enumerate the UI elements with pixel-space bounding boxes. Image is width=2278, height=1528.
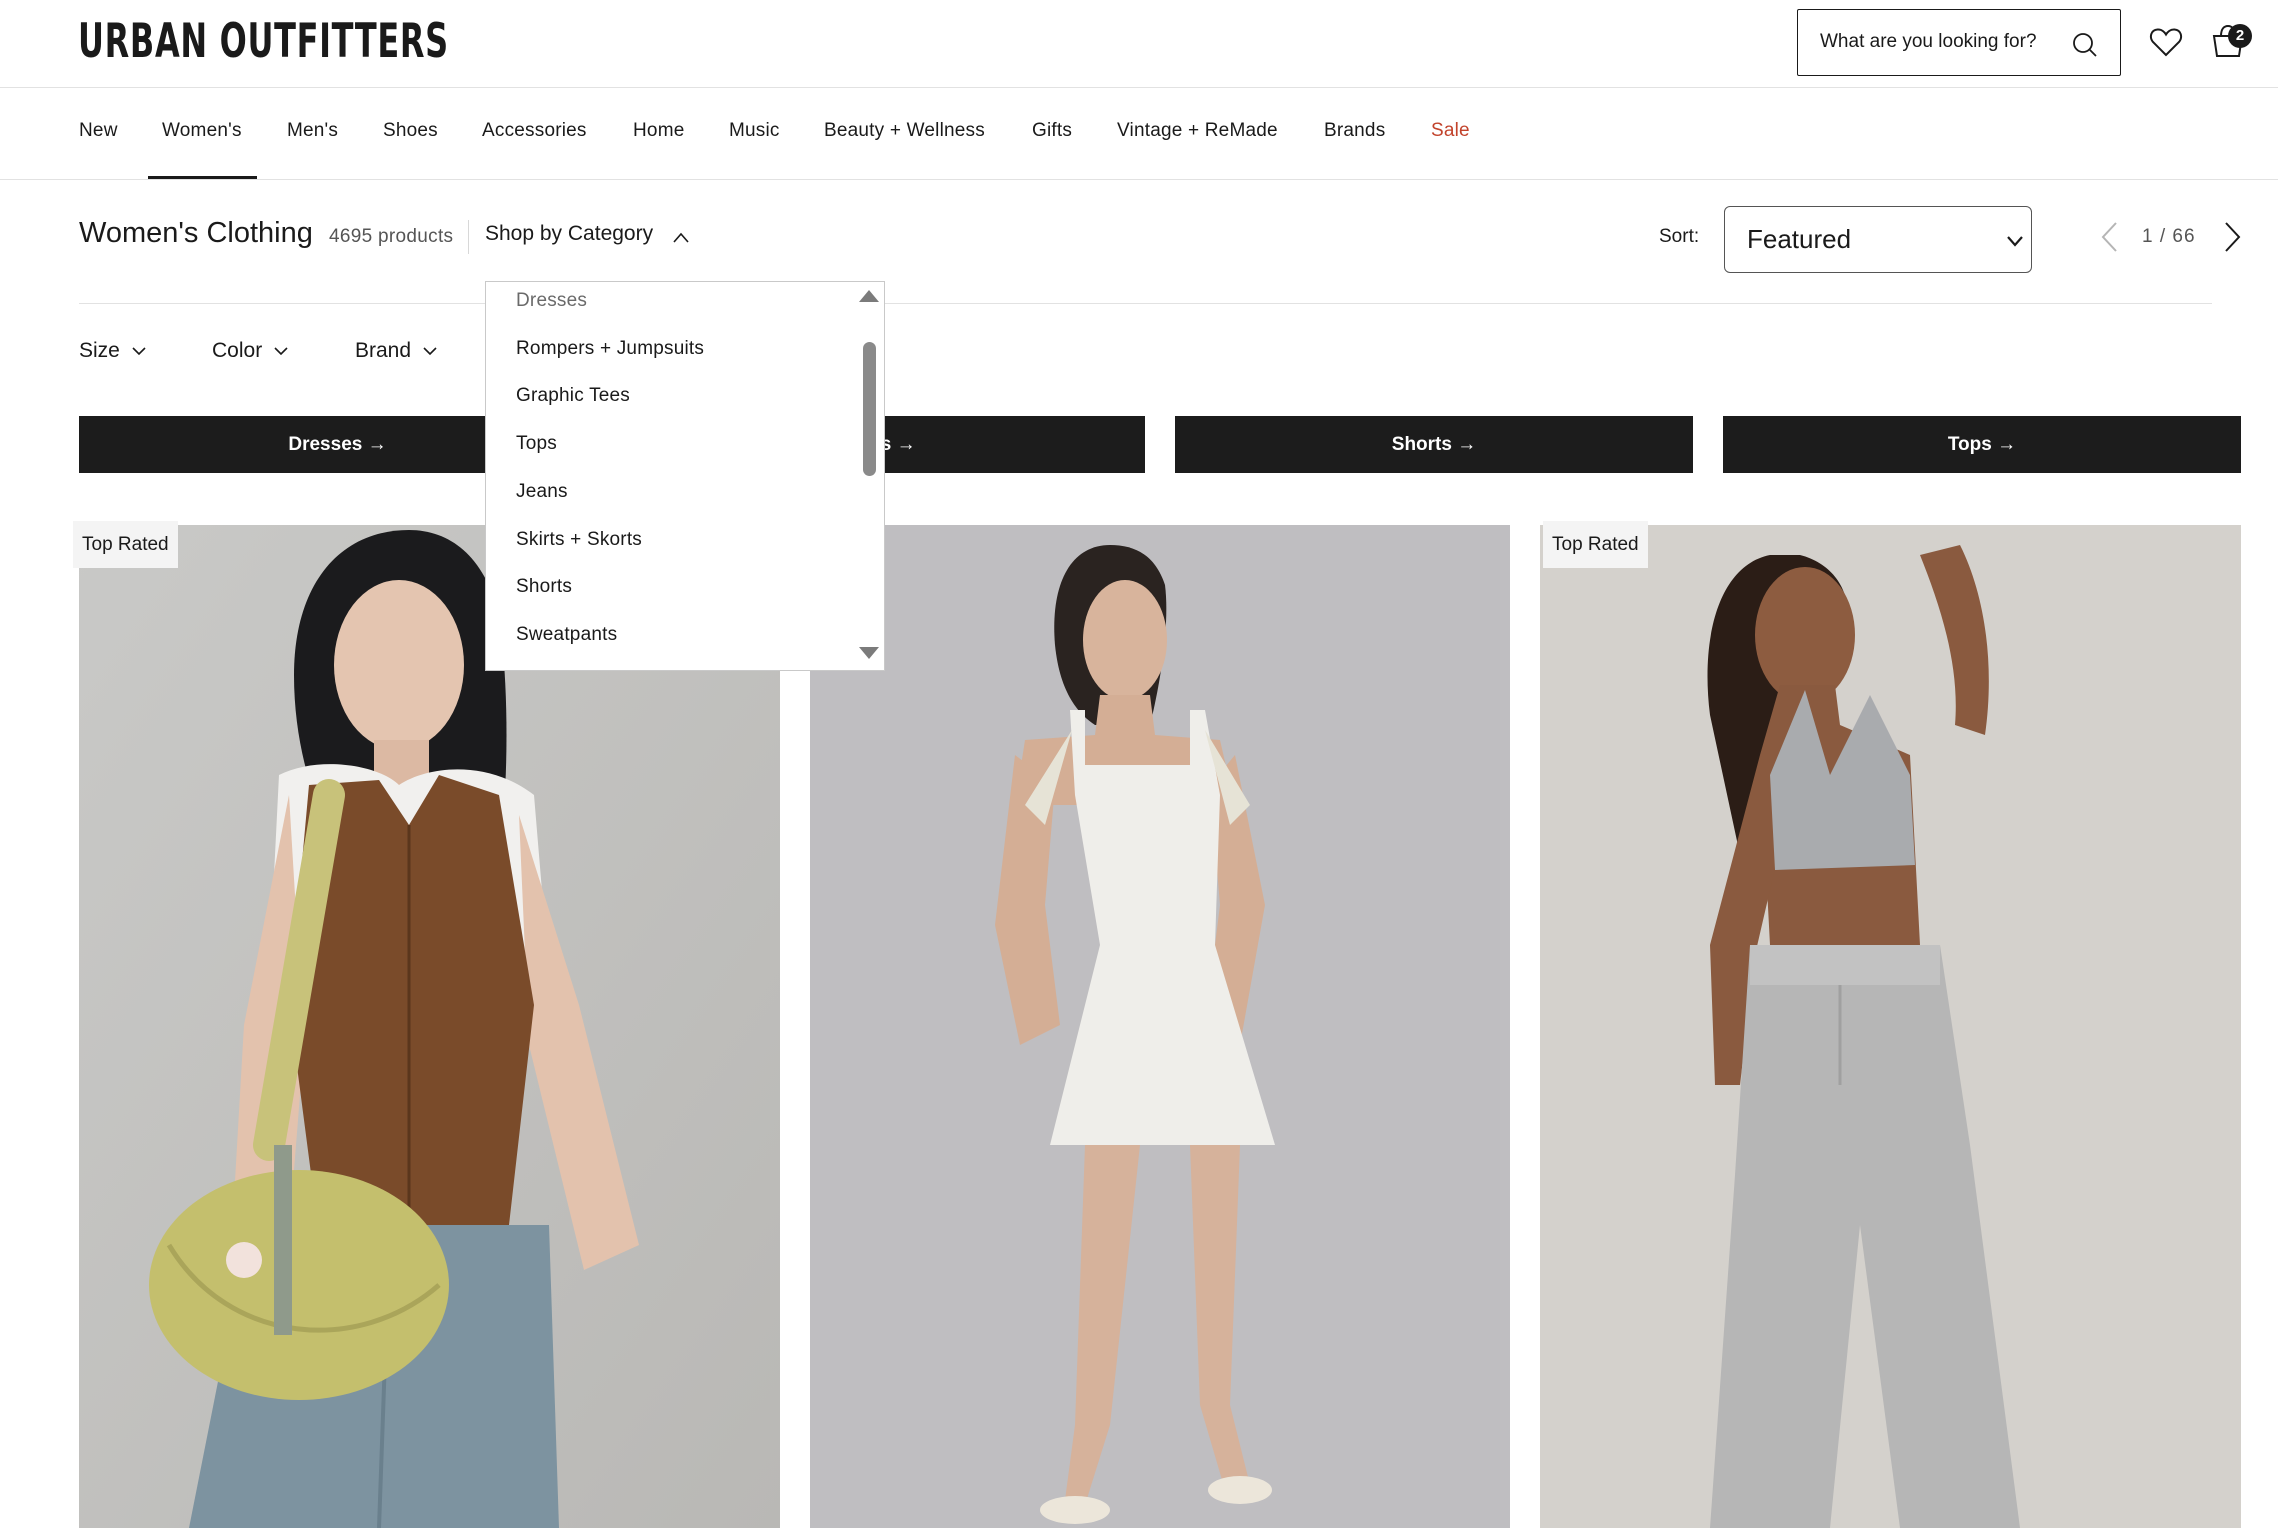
pagination-indicator: 1 / 66 [2142, 226, 2196, 248]
nav-item-mens[interactable]: Men's [287, 88, 338, 180]
divider [79, 303, 2212, 304]
sort-select[interactable]: Featured [1724, 206, 2032, 273]
product-image-2[interactable] [810, 525, 1510, 1528]
category-link-shorts[interactable]: Shorts → [1175, 416, 1693, 473]
chevron-down-icon [132, 347, 146, 356]
nav-item-new[interactable]: New [79, 88, 118, 180]
filter-color-label: Color [212, 339, 263, 362]
dropdown-item-graphic-tees[interactable]: Graphic Tees [516, 385, 630, 407]
dropdown-item-skirts-skorts[interactable]: Skirts + Skorts [516, 529, 642, 551]
filter-size-label: Size [79, 339, 120, 362]
scroll-up-arrow-icon[interactable] [859, 290, 879, 302]
sort-label: Sort: [1659, 226, 1700, 247]
page-current: 1 [2142, 226, 2154, 247]
category-dropdown[interactable]: Dresses Rompers + Jumpsuits Graphic Tees… [485, 281, 885, 671]
search-box[interactable] [1797, 9, 2121, 76]
nav-item-shoes[interactable]: Shoes [383, 88, 438, 180]
dropdown-item-tops[interactable]: Tops [516, 433, 557, 455]
dropdown-item-shorts[interactable]: Shorts [516, 576, 572, 598]
dropdown-item-rompers-jumpsuits[interactable]: Rompers + Jumpsuits [516, 338, 704, 360]
chevron-down-icon [2007, 236, 2023, 247]
filter-size[interactable]: Size [79, 339, 148, 363]
chevron-down-icon [274, 347, 288, 356]
previous-page-icon[interactable] [2096, 220, 2124, 254]
search-icon[interactable] [2070, 30, 2100, 60]
title-divider [468, 220, 469, 254]
product-photo [1540, 525, 2241, 1528]
nav-item-home[interactable]: Home [633, 88, 684, 180]
site-header: URBAN OUTFITTERS 2 [0, 0, 2278, 88]
scrollbar-thumb[interactable] [863, 342, 876, 476]
nav-item-gifts[interactable]: Gifts [1032, 88, 1072, 180]
dropdown-item-sweatpants[interactable]: Sweatpants [516, 624, 617, 646]
next-page-icon[interactable] [2218, 220, 2246, 254]
product-image-1[interactable] [79, 525, 780, 1528]
filter-brand-label: Brand [355, 339, 412, 362]
logo[interactable]: URBAN OUTFITTERS [78, 14, 449, 69]
heart-icon[interactable] [2148, 24, 2184, 60]
category-link-tops[interactable]: Tops → [1723, 416, 2241, 473]
product-count: 4695 products [329, 226, 454, 247]
product-photo [79, 525, 780, 1528]
page-title: Women's Clothing [79, 217, 313, 249]
top-rated-badge: Top Rated [73, 521, 178, 568]
page-total: 66 [2172, 226, 2196, 247]
dropdown-item-dresses[interactable]: Dresses [516, 290, 587, 312]
nav-item-brands[interactable]: Brands [1324, 88, 1385, 180]
nav-item-music[interactable]: Music [729, 88, 780, 180]
page-separator: / [2159, 226, 2167, 247]
top-rated-badge: Top Rated [1543, 521, 1648, 568]
shop-by-category-toggle[interactable]: Shop by Category [485, 222, 653, 246]
filter-brand[interactable]: Brand [355, 339, 439, 363]
nav-item-beauty-wellness[interactable]: Beauty + Wellness [824, 88, 985, 180]
product-photo [810, 525, 1510, 1528]
search-input[interactable] [1820, 10, 2070, 74]
scroll-down-arrow-icon[interactable] [859, 647, 879, 659]
main-nav: New Women's Men's Shoes Accessories Home… [0, 88, 2278, 180]
nav-item-womens[interactable]: Women's [162, 88, 242, 180]
nav-item-vintage-remade[interactable]: Vintage + ReMade [1117, 88, 1278, 180]
chevron-up-icon[interactable] [671, 228, 691, 248]
chevron-down-icon [423, 347, 437, 356]
nav-item-accessories[interactable]: Accessories [482, 88, 587, 180]
cart-count-badge: 2 [2228, 24, 2252, 48]
active-nav-indicator [148, 176, 257, 179]
filter-color[interactable]: Color [212, 339, 290, 363]
nav-item-sale[interactable]: Sale [1431, 88, 1470, 180]
sort-selected-value: Featured [1747, 224, 1852, 254]
dropdown-item-jeans[interactable]: Jeans [516, 481, 568, 503]
product-image-3[interactable] [1540, 525, 2241, 1528]
